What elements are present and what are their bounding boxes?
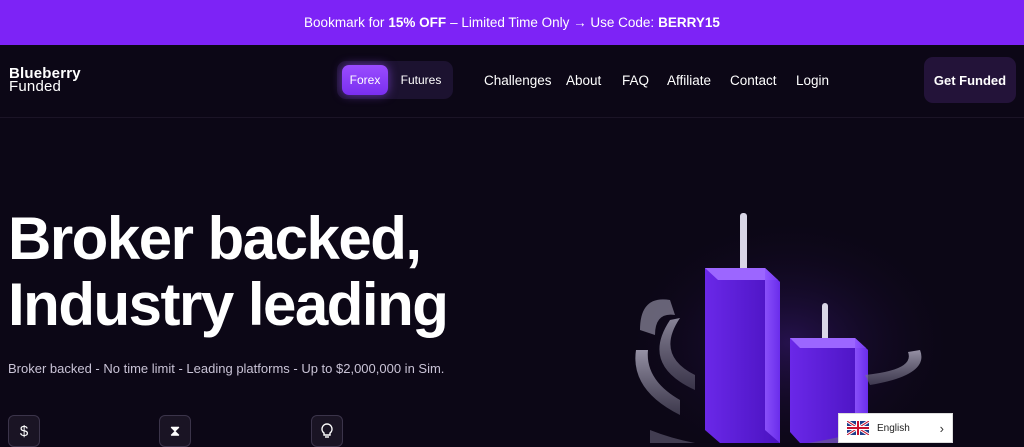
logo[interactable]: Blueberry Funded xyxy=(9,66,81,94)
lightbulb-icon xyxy=(311,415,343,447)
promo-discount: 15% OFF xyxy=(388,15,447,30)
nav-link-contact[interactable]: Contact xyxy=(730,73,777,88)
forex-toggle-button[interactable]: Forex xyxy=(342,65,388,95)
market-toggle: Forex Futures xyxy=(337,61,453,99)
language-selector[interactable]: English › xyxy=(838,413,953,443)
promo-banner[interactable]: Bookmark for 15% OFF – Limited Time Only… xyxy=(0,0,1024,45)
top-navigation: Blueberry Funded Forex Futures Challenge… xyxy=(0,45,1024,118)
promo-prefix: Bookmark for xyxy=(304,15,385,30)
promo-middle: – Limited Time Only → Use Code: xyxy=(450,15,655,30)
nav-link-affiliate[interactable]: Affiliate xyxy=(667,73,711,88)
chevron-right-icon: › xyxy=(939,420,944,436)
nav-link-challenges[interactable]: Challenges xyxy=(484,73,552,88)
get-funded-button[interactable]: Get Funded xyxy=(924,57,1016,103)
uk-flag-icon xyxy=(847,421,869,435)
hero-subtitle: Broker backed - No time limit - Leading … xyxy=(8,361,445,376)
language-label: English xyxy=(877,422,910,434)
hero-title: Broker backed, Industry leading xyxy=(8,205,449,338)
hero-title-line-2: Industry leading xyxy=(8,271,449,338)
hero-title-line-1: Broker backed, xyxy=(8,205,422,272)
dollar-icon: $ xyxy=(8,415,40,447)
promo-code: BERRY15 xyxy=(658,15,720,30)
nav-link-login[interactable]: Login xyxy=(796,73,829,88)
hourglass-icon: ⧗ xyxy=(159,415,191,447)
nav-link-about[interactable]: About xyxy=(566,73,601,88)
futures-toggle-button[interactable]: Futures xyxy=(393,65,449,95)
candlestick-3d-illustration xyxy=(620,200,960,443)
nav-link-faq[interactable]: FAQ xyxy=(622,73,649,88)
